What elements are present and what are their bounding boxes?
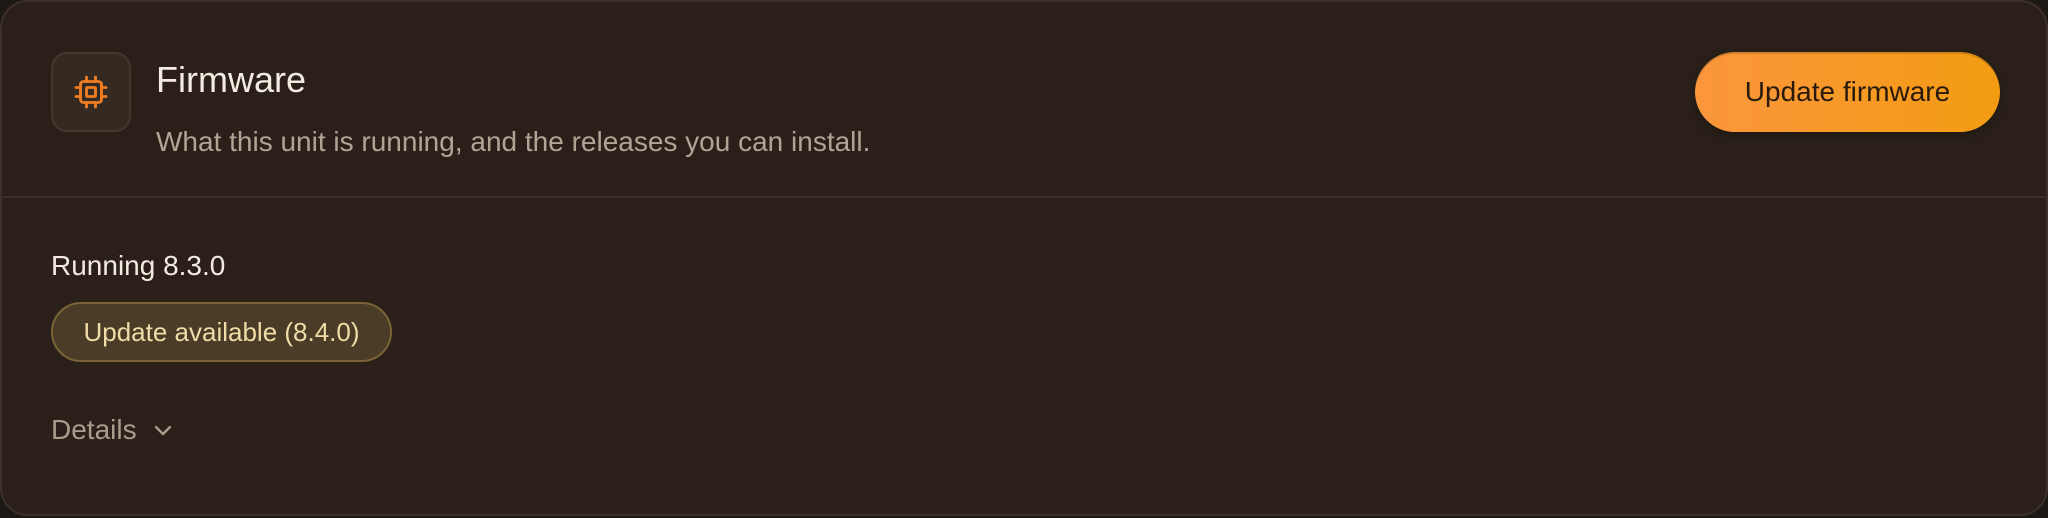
page-subtitle: What this unit is running, and the relea… bbox=[156, 126, 871, 157]
chevron-down-icon bbox=[151, 418, 175, 442]
firmware-header: Firmware What this unit is running, and … bbox=[2, 2, 2046, 198]
page-title: Firmware bbox=[156, 59, 306, 100]
running-version-text: Running 8.3.0 bbox=[51, 250, 226, 281]
details-toggle[interactable]: Details bbox=[51, 412, 175, 448]
details-label: Details bbox=[51, 414, 137, 445]
firmware-status-section: Running 8.3.0 Update available (8.4.0) D… bbox=[2, 198, 2046, 514]
chip-icon bbox=[51, 52, 131, 132]
update-available-badge: Update available (8.4.0) bbox=[51, 302, 392, 362]
update-firmware-button[interactable]: Update firmware bbox=[1695, 52, 2000, 132]
firmware-card: Firmware What this unit is running, and … bbox=[0, 0, 2048, 516]
